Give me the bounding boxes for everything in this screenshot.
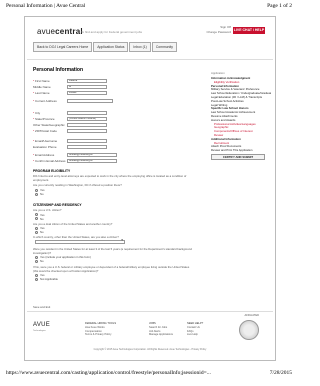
federal-dependent-na-option[interactable]: Not Applicable bbox=[35, 277, 195, 281]
form-row-state: * State/Province (United states/ Indiana… bbox=[33, 116, 195, 121]
tab-application-status[interactable]: Application Status bbox=[93, 42, 129, 52]
citizenship-section: CITIZENSHIP AND RESIDENCY Are you a U.S.… bbox=[33, 203, 195, 281]
footer-col-tools: FEDERAL HIRING TOOLS How Avue Works Comp… bbox=[85, 322, 117, 337]
zip-field[interactable] bbox=[67, 128, 107, 133]
nav-tabs: Back to DOJ Legal Careers Home Applicati… bbox=[33, 42, 177, 52]
save-exit-link[interactable]: Save and Exit bbox=[33, 305, 50, 309]
footer-link[interactable]: Terms & Privacy Policy bbox=[85, 333, 116, 336]
form-row-middle-name: Middle Name M bbox=[33, 84, 195, 89]
form-row-address: * Current Address bbox=[33, 98, 195, 103]
application-sidebar: Application Information Acknowledgment E… bbox=[211, 71, 271, 160]
middle-name-field[interactable]: M bbox=[67, 84, 107, 89]
copyright-text: Copyright © 2015 Avue Technologies Corpo… bbox=[93, 348, 207, 351]
city-field[interactable] bbox=[67, 110, 107, 115]
eligibility-heading: PROGRAM ELIGIBILITY bbox=[33, 169, 71, 173]
footer-col-jobs: JOBS Search for Jobs Job Alerts Manage A… bbox=[149, 322, 173, 337]
tab-community[interactable]: Community bbox=[151, 42, 177, 52]
state-select[interactable]: (United states/ Indiana) bbox=[67, 116, 107, 121]
radio-icon[interactable] bbox=[35, 217, 38, 221]
other-state-field[interactable] bbox=[67, 122, 107, 127]
live-chat-button[interactable]: LIVE CHAT / HELP bbox=[233, 27, 265, 34]
sidebar-item[interactable]: Review and Print This Application bbox=[211, 149, 271, 153]
page-title: Personal Information bbox=[33, 67, 84, 73]
radio-icon[interactable] bbox=[35, 260, 38, 264]
footer-link[interactable]: Live Help bbox=[187, 333, 203, 336]
print-page-number: Page 1 of 2 bbox=[267, 3, 292, 9]
form-row-username: * Email/Username bbox=[33, 138, 195, 143]
radio-icon[interactable] bbox=[35, 230, 38, 234]
change-password-link[interactable]: Change Password bbox=[206, 30, 231, 35]
page-frame: avuecentral To find and apply for Federa… bbox=[24, 16, 276, 361]
tagline: To find and apply for Federal government… bbox=[81, 30, 143, 34]
print-title: Personal Information | Avue Central bbox=[6, 3, 86, 9]
citizen-no-option[interactable]: No bbox=[35, 217, 195, 221]
email-field[interactable]: dristau@indiana.gov bbox=[67, 152, 117, 157]
citizenship-heading: CITIZENSHIP AND RESIDENCY bbox=[33, 203, 82, 207]
affiliation-seal-icon bbox=[239, 320, 259, 340]
avue-central-logo[interactable]: avuecentral bbox=[37, 27, 83, 36]
tab-inbox[interactable]: Inbox (1) bbox=[129, 42, 151, 52]
avue-footer-logo: AVUE bbox=[33, 322, 51, 328]
eligibility-no-option[interactable]: No bbox=[35, 192, 195, 196]
affiliated-label: AFFILIATED bbox=[244, 314, 259, 317]
print-url: https://www.avuecentral.com/casting/appl… bbox=[6, 370, 211, 376]
other-country-select[interactable] bbox=[35, 239, 125, 244]
tab-home[interactable]: Back to DOJ Legal Careers Home bbox=[33, 42, 93, 52]
form-row-email: * Email Address dristau@indiana.gov bbox=[33, 152, 195, 157]
radio-icon[interactable] bbox=[35, 213, 38, 217]
sidebar-header: Application bbox=[211, 71, 225, 75]
certify-submit-button[interactable]: CERTIFY AND SUBMIT bbox=[211, 153, 265, 160]
main-content: Personal Information * First Name Dalena… bbox=[33, 67, 195, 281]
eligibility-text: DOJ interns and entry-level attorneys ar… bbox=[33, 174, 187, 182]
radio-icon[interactable] bbox=[35, 278, 38, 282]
form-row-evaluation-phone: Evaluation Phone bbox=[33, 144, 195, 149]
radio-icon[interactable] bbox=[35, 192, 38, 196]
confirm-email-field[interactable]: dristau@indiana.gov bbox=[67, 158, 117, 163]
form-row-confirm-email: * Confirm Email Address dristau@indiana.… bbox=[33, 158, 195, 163]
username-field[interactable] bbox=[67, 138, 107, 143]
form-row-first-name: * First Name Dalena bbox=[33, 78, 195, 83]
form-row-other-state: Other State/Geographic bbox=[33, 122, 195, 127]
last-name-field[interactable]: Ristau bbox=[67, 90, 107, 95]
first-name-field[interactable]: Dalena bbox=[67, 78, 107, 83]
top-links: Sign Off Change Password bbox=[206, 25, 231, 34]
site-footer: AFFILIATED AVUE Technologies FEDERAL HIR… bbox=[27, 311, 273, 359]
dual-citizen-no-option[interactable]: No bbox=[35, 230, 195, 234]
header-bar: avuecentral To find and apply for Federa… bbox=[37, 23, 267, 37]
form-row-zip: * ZIP/Postal Code bbox=[33, 128, 195, 133]
form-row-last-name: * Last Name Ristau bbox=[33, 90, 195, 95]
evaluation-phone-field[interactable] bbox=[67, 144, 107, 149]
avue-footer-logo-sub: Technologies bbox=[33, 330, 46, 332]
footer-col-help: NEED HELP? Contact Us FAQs Live Help bbox=[187, 322, 204, 337]
print-date: 7/28/2015 bbox=[269, 370, 292, 376]
residency-no-option[interactable]: No bbox=[35, 259, 195, 263]
form-row-city: * City bbox=[33, 110, 195, 115]
divider bbox=[27, 59, 273, 60]
footer-link[interactable]: Manage Applications bbox=[149, 333, 173, 336]
eligibility-section: PROGRAM ELIGIBILITY DOJ interns and entr… bbox=[33, 169, 195, 196]
address-field[interactable] bbox=[67, 98, 113, 103]
